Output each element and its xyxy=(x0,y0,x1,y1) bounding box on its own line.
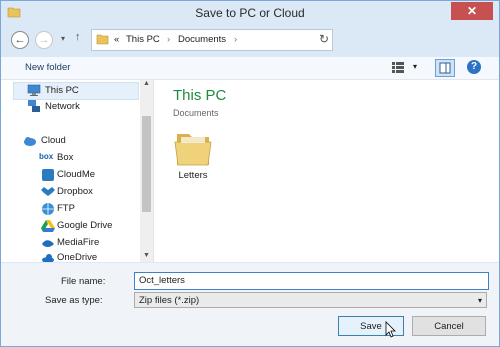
cancel-button[interactable]: Cancel xyxy=(412,316,486,336)
breadcrumb-separator[interactable]: › xyxy=(234,34,237,45)
sidebar-item-cloudme[interactable]: CloudMe xyxy=(13,167,139,183)
onedrive-icon xyxy=(42,254,54,262)
filename-label: File name: xyxy=(61,276,106,287)
location-subtitle: Documents xyxy=(173,108,219,118)
box-icon: box xyxy=(39,152,54,161)
new-folder-button[interactable]: New folder xyxy=(25,62,70,73)
view-dropdown-arrow[interactable]: ▾ xyxy=(413,62,417,71)
filetype-value: Zip files (*.zip) xyxy=(139,295,200,306)
mediafire-icon xyxy=(42,240,54,247)
dropbox-icon xyxy=(41,187,55,196)
breadcrumb-overflow[interactable]: « xyxy=(114,34,119,45)
recent-locations-button[interactable]: ▾ xyxy=(61,34,65,43)
scroll-up-arrow[interactable]: ▲ xyxy=(140,80,153,90)
navigation-pane: This PC Network Cloud box Box CloudMe Dr… xyxy=(1,80,154,262)
sidebar-item-google-drive[interactable]: Google Drive xyxy=(13,218,139,234)
sidebar-item-label: Google Drive xyxy=(57,220,113,231)
mouse-cursor-icon xyxy=(385,321,396,338)
navigation-scrollbar[interactable]: ▲ ▼ xyxy=(140,80,153,262)
help-icon[interactable]: ? xyxy=(467,60,481,74)
sidebar-item-box[interactable]: box Box xyxy=(13,150,139,166)
folder-label: Letters xyxy=(178,170,208,181)
breadcrumb-this-pc[interactable]: This PC xyxy=(126,34,160,45)
cloudme-icon xyxy=(42,169,54,181)
chevron-down-icon: ▾ xyxy=(477,296,482,305)
filetype-label: Save as type: xyxy=(45,295,103,306)
ftp-icon xyxy=(42,203,54,215)
save-dialog: Save to PC or Cloud ✕ ← → ▾ ↑ « This PC … xyxy=(0,0,500,347)
scroll-thumb[interactable] xyxy=(142,116,151,212)
title-bar[interactable]: Save to PC or Cloud ✕ xyxy=(1,1,499,25)
breadcrumb-documents[interactable]: Documents xyxy=(178,34,226,45)
preview-pane-icon xyxy=(439,62,451,74)
sidebar-item-label: This PC xyxy=(45,85,79,96)
sidebar-item-label: Cloud xyxy=(41,135,66,146)
sidebar-item-network[interactable]: Network xyxy=(13,99,139,115)
address-bar[interactable]: « This PC › Documents › ↻ xyxy=(91,29,333,51)
sidebar-item-ftp[interactable]: FTP xyxy=(13,201,139,217)
location-title: This PC xyxy=(173,87,227,104)
file-list-pane[interactable]: This PC Documents Letters xyxy=(154,80,499,262)
filetype-select[interactable]: Zip files (*.zip) ▾ xyxy=(134,292,487,308)
refresh-icon[interactable]: ↻ xyxy=(319,32,329,46)
google-drive-icon xyxy=(41,220,55,232)
forward-button[interactable]: → xyxy=(35,31,53,49)
back-button[interactable]: ← xyxy=(11,31,29,49)
sidebar-item-label: FTP xyxy=(57,203,75,214)
preview-pane-button[interactable] xyxy=(435,59,455,77)
close-button[interactable]: ✕ xyxy=(451,2,493,20)
sidebar-item-cloud[interactable]: Cloud xyxy=(13,133,139,149)
sidebar-item-this-pc[interactable]: This PC xyxy=(13,83,139,99)
folder-item-letters[interactable]: Letters xyxy=(169,130,217,190)
scroll-down-arrow[interactable]: ▼ xyxy=(140,252,153,262)
folder-icon xyxy=(174,134,212,166)
sidebar-item-mediafire[interactable]: MediaFire xyxy=(13,235,139,251)
sidebar-item-label: Box xyxy=(57,152,74,163)
sidebar-item-label: Network xyxy=(45,101,80,112)
sidebar-item-dropbox[interactable]: Dropbox xyxy=(13,184,139,200)
breadcrumb-separator[interactable]: › xyxy=(167,34,170,45)
toolbar: New folder ▾ ? xyxy=(1,57,499,80)
network-icon xyxy=(28,100,40,112)
view-options-icon[interactable] xyxy=(392,62,404,73)
computer-icon xyxy=(27,84,41,96)
folder-icon xyxy=(96,34,109,45)
sidebar-item-label: Dropbox xyxy=(57,186,93,197)
save-options-panel: File name: Oct_letters Save as type: Zip… xyxy=(1,263,499,346)
sidebar-item-onedrive[interactable]: OneDrive xyxy=(13,250,139,262)
window-title: Save to PC or Cloud xyxy=(195,6,305,20)
up-button[interactable]: ↑ xyxy=(75,31,81,43)
sidebar-item-label: MediaFire xyxy=(57,237,100,248)
sidebar-item-label: CloudMe xyxy=(57,169,96,180)
filename-input[interactable]: Oct_letters xyxy=(134,272,489,290)
cloud-icon xyxy=(24,137,36,146)
sidebar-item-label: OneDrive xyxy=(57,252,98,262)
navigation-bar: ← → ▾ ↑ « This PC › Documents › ↻ xyxy=(5,28,495,56)
